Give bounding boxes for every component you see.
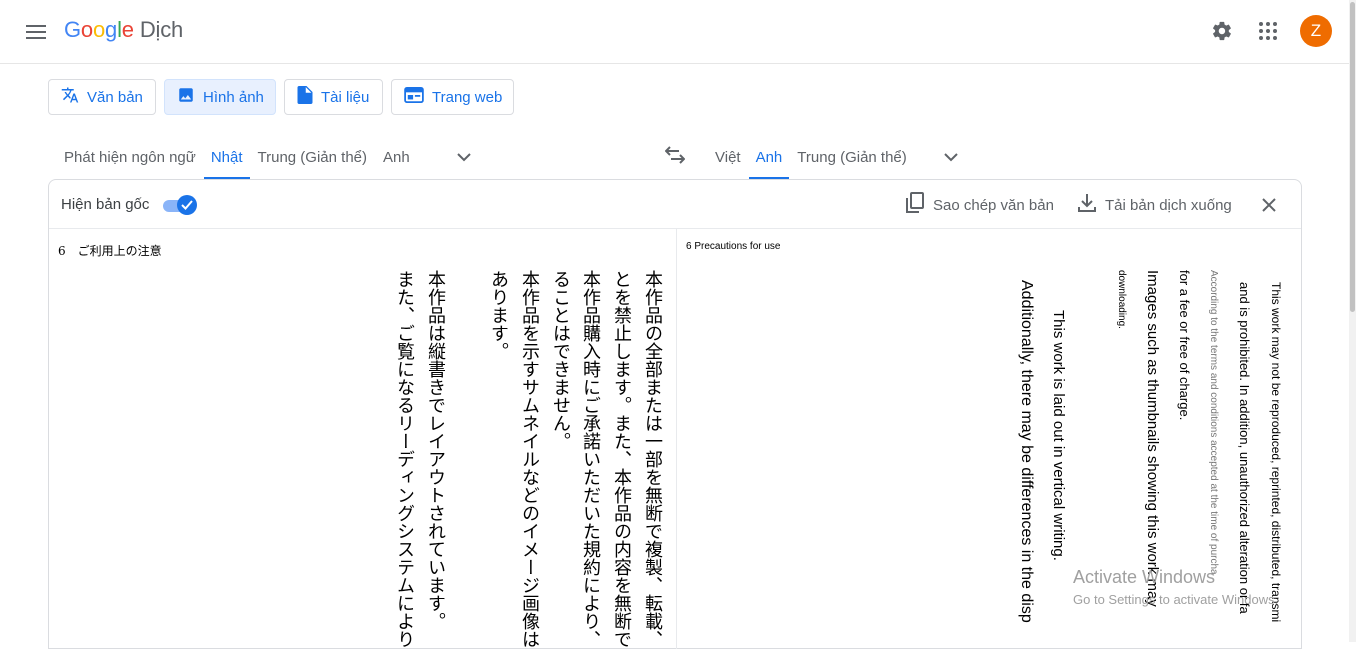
- source-lang-more-chevron-down-icon[interactable]: [448, 141, 480, 173]
- translated-text-column: This work is laid out in vertical writin…: [1050, 310, 1067, 561]
- logo-letter: G: [64, 17, 81, 42]
- target-lang-chinese[interactable]: Trung (Giản thể): [789, 135, 915, 179]
- swap-languages-icon[interactable]: [657, 137, 693, 173]
- activate-windows-title: Activate Windows: [1073, 567, 1216, 587]
- show-original-label: Hiện bản gốc: [61, 196, 150, 213]
- original-text-column: 本作品を示すサムネイルなどのイメージ画像は: [519, 270, 540, 648]
- mode-image-button[interactable]: Hình ảnh: [164, 79, 276, 115]
- target-lang-more-chevron-down-icon[interactable]: [935, 141, 967, 173]
- translated-text-column: According to the terms and conditions ac…: [1208, 270, 1219, 575]
- original-image-page: 6 ご利用上の注意 本作品の全部または一部を無断で複製、転載、 とを禁止します。…: [49, 230, 676, 650]
- source-lang-chinese[interactable]: Trung (Giản thể): [250, 135, 376, 179]
- original-text-column: 本作品は縦書きでレイアウトされています。: [425, 270, 446, 630]
- page-scrollbar-thumb[interactable]: [1350, 2, 1355, 312]
- close-icon[interactable]: [1251, 187, 1287, 223]
- document-icon: [297, 86, 313, 108]
- mode-website-label: Trang web: [432, 88, 503, 106]
- download-translation-button[interactable]: Tải bản dịch xuống: [1077, 190, 1232, 220]
- logo-letter: o: [92, 17, 106, 42]
- original-text-column: また、ご覧になるリーディングシステムにより: [394, 270, 415, 648]
- show-original-toggle[interactable]: [161, 194, 199, 216]
- mode-image-label: Hình ảnh: [203, 88, 264, 106]
- activate-windows-watermark: Activate Windows Go to Settings to activ…: [1073, 567, 1278, 607]
- source-lang-japanese[interactable]: Nhật: [203, 135, 250, 179]
- product-name: Dịch: [139, 17, 184, 42]
- translated-text-column: downloading.: [1116, 270, 1127, 329]
- website-icon: [404, 87, 424, 107]
- target-lang-english[interactable]: Anh: [748, 135, 790, 179]
- translated-text-column: Additionally, there may be differences i…: [1018, 280, 1035, 623]
- source-language-bar: Phát hiện ngôn ngữ Nhật Trung (Giản thể)…: [56, 135, 480, 179]
- copy-text-label: Sao chép văn bản: [933, 196, 1054, 214]
- download-translation-label: Tải bản dịch xuống: [1105, 196, 1232, 214]
- logo-letter: o: [80, 17, 93, 42]
- activate-windows-subtitle: Go to Settings to activate Windows.: [1073, 592, 1279, 607]
- original-text-column: 本作品購入時にご承諾いただいた規約により、: [580, 270, 601, 648]
- original-text-column: あります。: [488, 270, 509, 360]
- check-icon: [177, 195, 197, 215]
- translate-icon: [61, 86, 79, 108]
- mode-document-button[interactable]: Tài liệu: [284, 79, 383, 115]
- translated-text-column: for a fee or free of charge.: [1177, 270, 1192, 421]
- account-avatar[interactable]: Z: [1300, 15, 1332, 47]
- copy-icon: [905, 192, 925, 218]
- logo-letter: g: [105, 17, 118, 42]
- source-lang-detect[interactable]: Phát hiện ngôn ngữ: [56, 135, 204, 179]
- translated-text-column: and is prohibited. In addition, unauthor…: [1237, 282, 1252, 614]
- top-bar: Google Dịch Z: [0, 0, 1356, 64]
- google-translate-logo[interactable]: Google Dịch: [64, 17, 183, 43]
- main-menu-icon[interactable]: [18, 14, 54, 50]
- original-heading: 6 ご利用上の注意: [58, 244, 162, 258]
- copy-text-button[interactable]: Sao chép văn bản: [905, 190, 1054, 220]
- translated-text-column: Images such as thumbnails showing this w…: [1144, 270, 1161, 607]
- mode-text-button[interactable]: Văn bản: [48, 79, 156, 115]
- target-language-bar: Việt Anh Trung (Giản thể): [707, 135, 967, 179]
- settings-gear-icon[interactable]: [1204, 13, 1240, 49]
- original-text-column: 本作品の全部または一部を無断で複製、転載、: [642, 270, 663, 648]
- target-lang-vietnamese[interactable]: Việt: [707, 135, 749, 179]
- panel-toolbar: Hiện bản gốc Sao chép văn bản Tải bản dị…: [49, 180, 1301, 229]
- source-lang-english[interactable]: Anh: [375, 135, 418, 179]
- mode-document-label: Tài liệu: [321, 88, 370, 106]
- mode-text-label: Văn bản: [87, 88, 143, 106]
- original-text-column: とを禁止します。また、本作品の内容を無断で: [611, 270, 632, 648]
- original-text-column: ることはできません。: [550, 270, 571, 450]
- logo-letter: e: [121, 17, 134, 42]
- download-icon: [1077, 193, 1097, 217]
- translated-heading: 6 Precautions for use: [686, 241, 781, 252]
- image-icon: [177, 86, 195, 108]
- apps-grid-icon[interactable]: [1250, 13, 1286, 49]
- mode-website-button[interactable]: Trang web: [391, 79, 514, 115]
